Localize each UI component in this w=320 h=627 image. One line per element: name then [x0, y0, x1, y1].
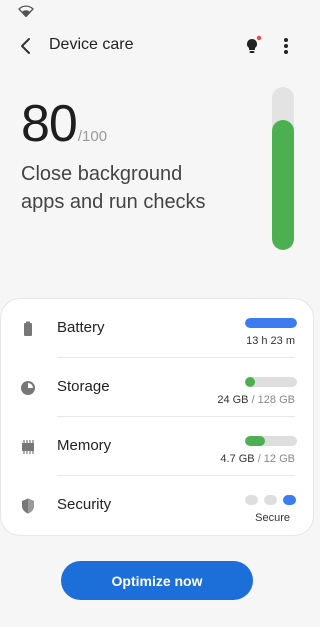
memory-bar-fill — [245, 436, 266, 446]
score-gauge — [272, 87, 294, 250]
back-arrow-icon[interactable] — [14, 34, 38, 58]
storage-row[interactable]: Storage 24 GB / 128 GB — [1, 358, 315, 417]
battery-label: Battery — [57, 319, 105, 336]
security-dot — [245, 495, 258, 505]
battery-bar-fill — [245, 318, 297, 328]
storage-bar — [245, 377, 297, 387]
battery-row[interactable]: Battery 13 h 23 m — [1, 299, 315, 358]
security-status: Secure — [255, 512, 290, 524]
score-max: /100 — [77, 128, 108, 145]
security-dot — [264, 495, 277, 505]
battery-value: 13 h 23 m — [246, 335, 295, 347]
lightbulb-icon[interactable] — [240, 34, 264, 58]
battery-icon — [24, 321, 32, 336]
memory-chip-icon — [22, 440, 34, 454]
security-dots — [245, 495, 297, 505]
storage-label: Storage — [57, 378, 110, 395]
app-header: Device care — [0, 28, 314, 64]
security-row[interactable]: Security — [1, 476, 315, 535]
memory-row[interactable]: Memory 4.7 GB / 12 GB — [1, 417, 315, 476]
storage-pie-icon — [21, 381, 35, 395]
score-value: 80 — [21, 95, 78, 153]
status-bar — [0, 0, 314, 24]
notification-dot — [256, 35, 262, 41]
more-vert-icon[interactable] — [276, 34, 296, 58]
wifi-icon — [18, 5, 34, 17]
score-display: 80/100 — [21, 94, 107, 154]
optimize-now-button[interactable]: Optimize now — [61, 561, 253, 600]
memory-label: Memory — [57, 437, 112, 454]
device-care-card: Battery 13 h 23 m Storage 24 GB / 128 GB… — [0, 298, 314, 536]
storage-bar-fill — [245, 377, 255, 387]
storage-value: 24 GB / 128 GB — [217, 394, 295, 406]
battery-bar — [245, 318, 297, 328]
memory-bar — [245, 436, 297, 446]
security-label: Security — [57, 496, 112, 513]
score-gauge-fill — [272, 119, 294, 250]
memory-value: 4.7 GB / 12 GB — [220, 453, 295, 465]
shield-icon — [22, 498, 34, 514]
security-dot-active — [283, 495, 296, 505]
page-title: Device care — [49, 36, 134, 53]
score-advice: Close background apps and run checks — [21, 163, 206, 213]
